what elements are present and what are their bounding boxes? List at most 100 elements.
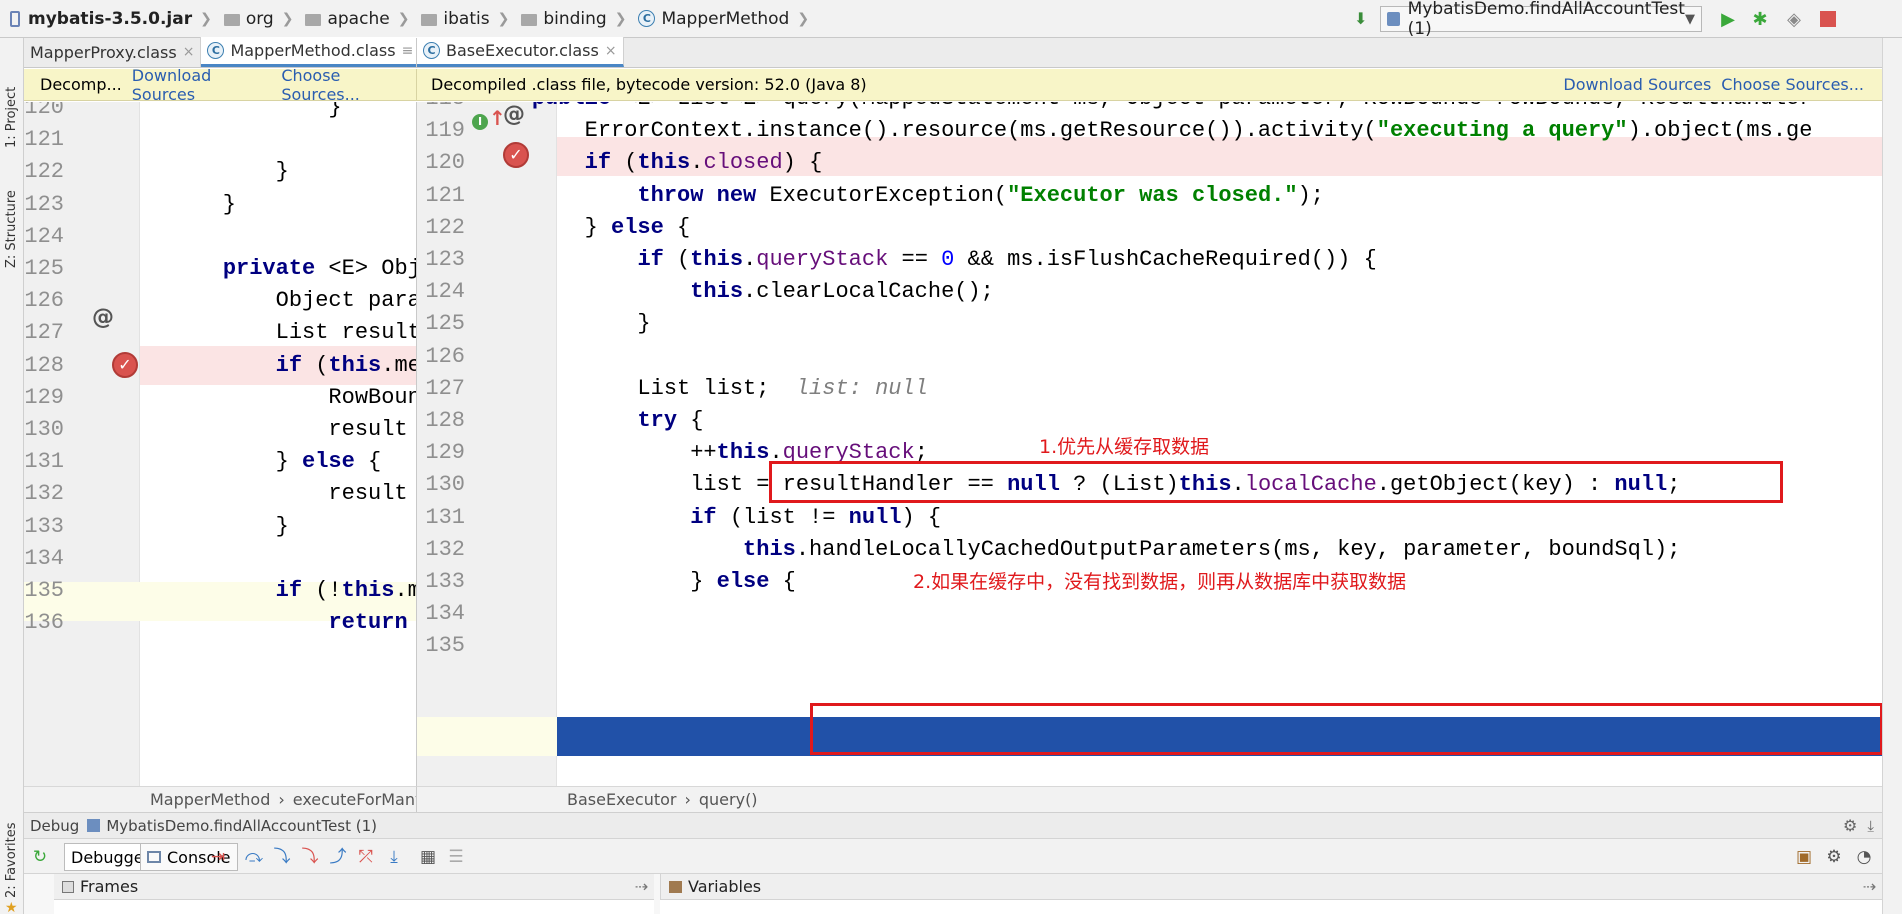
- left-code-editor[interactable]: 120 } 121 122 } 123 } 124 125 private <E> Obj…: [24, 102, 416, 786]
- left-choose-sources-link[interactable]: Choose Sources...: [281, 66, 416, 104]
- breadcrumb-ibatis-label: ibatis: [443, 8, 490, 29]
- console-icon: [147, 851, 161, 863]
- evaluate-expression-icon[interactable]: ▦: [418, 847, 438, 867]
- right-status-class[interactable]: BaseExecutor: [567, 790, 676, 809]
- breakpoint-icon[interactable]: ✓: [112, 352, 138, 378]
- code-line: }: [479, 311, 651, 337]
- line-number: 136: [24, 610, 64, 636]
- tab-debugger-label: Debugger: [71, 847, 151, 867]
- left-status-method[interactable]: executeForMany: [293, 790, 425, 809]
- class-icon: C: [423, 42, 440, 59]
- run-icon[interactable]: ▶: [1718, 9, 1738, 30]
- breadcrumb-jar-label: mybatis-3.5.0.jar: [28, 8, 193, 29]
- favorites-tool-button[interactable]: 2: Favorites: [4, 798, 19, 898]
- inline-value-hint: list: null: [795, 375, 928, 401]
- right-banner-text: Decompiled .class file, bytecode version…: [431, 75, 867, 94]
- tab-mappermethod-label: MapperMethod.class: [230, 41, 396, 60]
- breadcrumb-mappermethod[interactable]: C MapperMethod ❯: [632, 0, 815, 38]
- tab-baseexecutor-label: BaseExecutor.class: [446, 41, 599, 60]
- frames-panel-header: Frames ⇢: [54, 874, 654, 900]
- settings-icon[interactable]: ⚙: [1824, 847, 1844, 867]
- implementation-marker-icon[interactable]: @: [92, 305, 114, 330]
- implementation-marker-icon[interactable]: @: [503, 102, 525, 127]
- left-status-class[interactable]: MapperMethod: [150, 790, 270, 809]
- debug-tool-window-header: Debug MybatisDemo.findAllAccountTest (1)…: [24, 812, 1882, 838]
- tab-mappermethod[interactable]: C MapperMethod.class ≡: [201, 37, 421, 67]
- right-editor-tabs: C BaseExecutor.class ×: [416, 37, 1882, 68]
- debug-icon[interactable]: ✱: [1750, 9, 1770, 30]
- right-download-sources-link[interactable]: Download Sources: [1563, 75, 1711, 94]
- frames-list[interactable]: [54, 900, 654, 914]
- tab-baseexecutor[interactable]: C BaseExecutor.class ×: [417, 37, 624, 67]
- left-editor-breadcrumb: MapperMethod › executeForMany: [24, 786, 424, 812]
- folder-icon: [421, 13, 438, 26]
- folder-icon: [521, 13, 538, 26]
- code-line: }: [170, 102, 342, 120]
- right-choose-sources-link[interactable]: Choose Sources...: [1721, 75, 1864, 94]
- breadcrumb-jar[interactable]: mybatis-3.5.0.jar ❯: [0, 0, 218, 38]
- trace-icon[interactable]: ☰: [446, 847, 466, 867]
- breakpoint-icon[interactable]: ✓: [503, 142, 529, 168]
- chevron-right-icon: ❯: [497, 10, 510, 27]
- debug-session-tab[interactable]: MybatisDemo.findAllAccountTest (1): [106, 817, 377, 835]
- run-configuration-select[interactable]: MybatisDemo.findAllAccountTest (1) ▼: [1380, 0, 1702, 39]
- right-status-method[interactable]: query(): [699, 790, 758, 809]
- junit-icon: [1387, 12, 1400, 26]
- gauge-icon[interactable]: ◔: [1854, 847, 1874, 867]
- left-download-sources-link[interactable]: Download Sources: [132, 66, 272, 104]
- right-code-editor[interactable]: 118 public <E> List<E> query(MappedState…: [416, 102, 1882, 786]
- implemented-method-icon[interactable]: I: [472, 114, 488, 130]
- stop-icon[interactable]: [1818, 9, 1838, 29]
- gear-icon[interactable]: ⚙: [1843, 816, 1857, 835]
- breadcrumb-apache[interactable]: apache ❯: [299, 0, 415, 38]
- structure-tool-button[interactable]: Z: Structure: [4, 158, 19, 268]
- pin-icon[interactable]: ⇢: [1863, 877, 1876, 896]
- close-icon[interactable]: ×: [605, 43, 617, 59]
- chevron-right-icon: ❯: [281, 10, 294, 27]
- tab-overflow-icon[interactable]: ≡: [402, 43, 414, 59]
- jar-icon: [10, 10, 20, 27]
- show-execution-point-icon[interactable]: ⇥: [208, 847, 228, 867]
- breadcrumb-binding[interactable]: binding ❯: [515, 0, 632, 38]
- right-editor-breadcrumb: BaseExecutor › query(): [416, 786, 1882, 812]
- variables-panel-header: Variables ⇢: [660, 874, 1882, 900]
- current-line-gutter-highlight: [417, 717, 557, 756]
- step-into-icon[interactable]: ⤵: [272, 847, 292, 867]
- variables-tree[interactable]: [660, 900, 1882, 914]
- force-step-into-icon[interactable]: ⤵: [300, 847, 320, 867]
- breadcrumb-apache-label: apache: [327, 8, 390, 29]
- tab-mapperproxy[interactable]: MapperProxy.class ×: [24, 37, 202, 67]
- class-icon: C: [638, 10, 656, 27]
- breadcrumb-ibatis[interactable]: ibatis ❯: [415, 0, 515, 38]
- folder-icon: [223, 13, 240, 26]
- tab-mapperproxy-label: MapperProxy.class: [30, 42, 177, 62]
- minimize-icon[interactable]: ⤓: [1867, 817, 1874, 835]
- breadcrumb-org[interactable]: org ❯: [218, 0, 300, 38]
- project-tool-button[interactable]: 1: Project: [4, 48, 19, 148]
- run-configuration-label: MybatisDemo.findAllAccountTest (1): [1407, 0, 1685, 39]
- debugger-panels: Frames ⇢ Variables ⇢: [24, 874, 1882, 914]
- rerun-icon[interactable]: ↻: [30, 847, 50, 867]
- step-over-icon[interactable]: ⤼: [244, 847, 264, 867]
- breadcrumb-mappermethod-label: MapperMethod: [661, 8, 790, 29]
- restore-layout-icon[interactable]: ▣: [1794, 847, 1814, 867]
- breadcrumb-org-label: org: [245, 8, 274, 29]
- chevron-right-icon: ›: [278, 790, 285, 809]
- folder-icon: [305, 13, 322, 26]
- run-to-cursor-icon[interactable]: ⤓: [384, 847, 404, 867]
- chevron-right-icon: ❯: [200, 10, 212, 27]
- drop-frame-icon[interactable]: ⤱: [356, 847, 376, 867]
- code-line: list = this.queryFromDatabase(ms, parame…: [479, 601, 1826, 627]
- annotation-cache-first: 1.优先从缓存取数据: [1039, 436, 1210, 458]
- chevron-right-icon: ❯: [614, 10, 627, 27]
- left-decompiled-banner: Decomp... Download Sources Choose Source…: [24, 66, 416, 104]
- coverage-icon[interactable]: ◈: [1784, 9, 1804, 30]
- step-out-icon[interactable]: ⤴: [328, 847, 348, 867]
- close-icon[interactable]: ×: [183, 44, 195, 60]
- pin-icon[interactable]: ⇢: [635, 877, 648, 896]
- left-banner-text: Decomp...: [40, 75, 122, 94]
- code-line: }: [170, 513, 289, 539]
- build-icon[interactable]: ⬇: [1354, 9, 1367, 28]
- chevron-right-icon: ❯: [797, 10, 810, 27]
- chevron-down-icon: ▼: [1685, 11, 1695, 27]
